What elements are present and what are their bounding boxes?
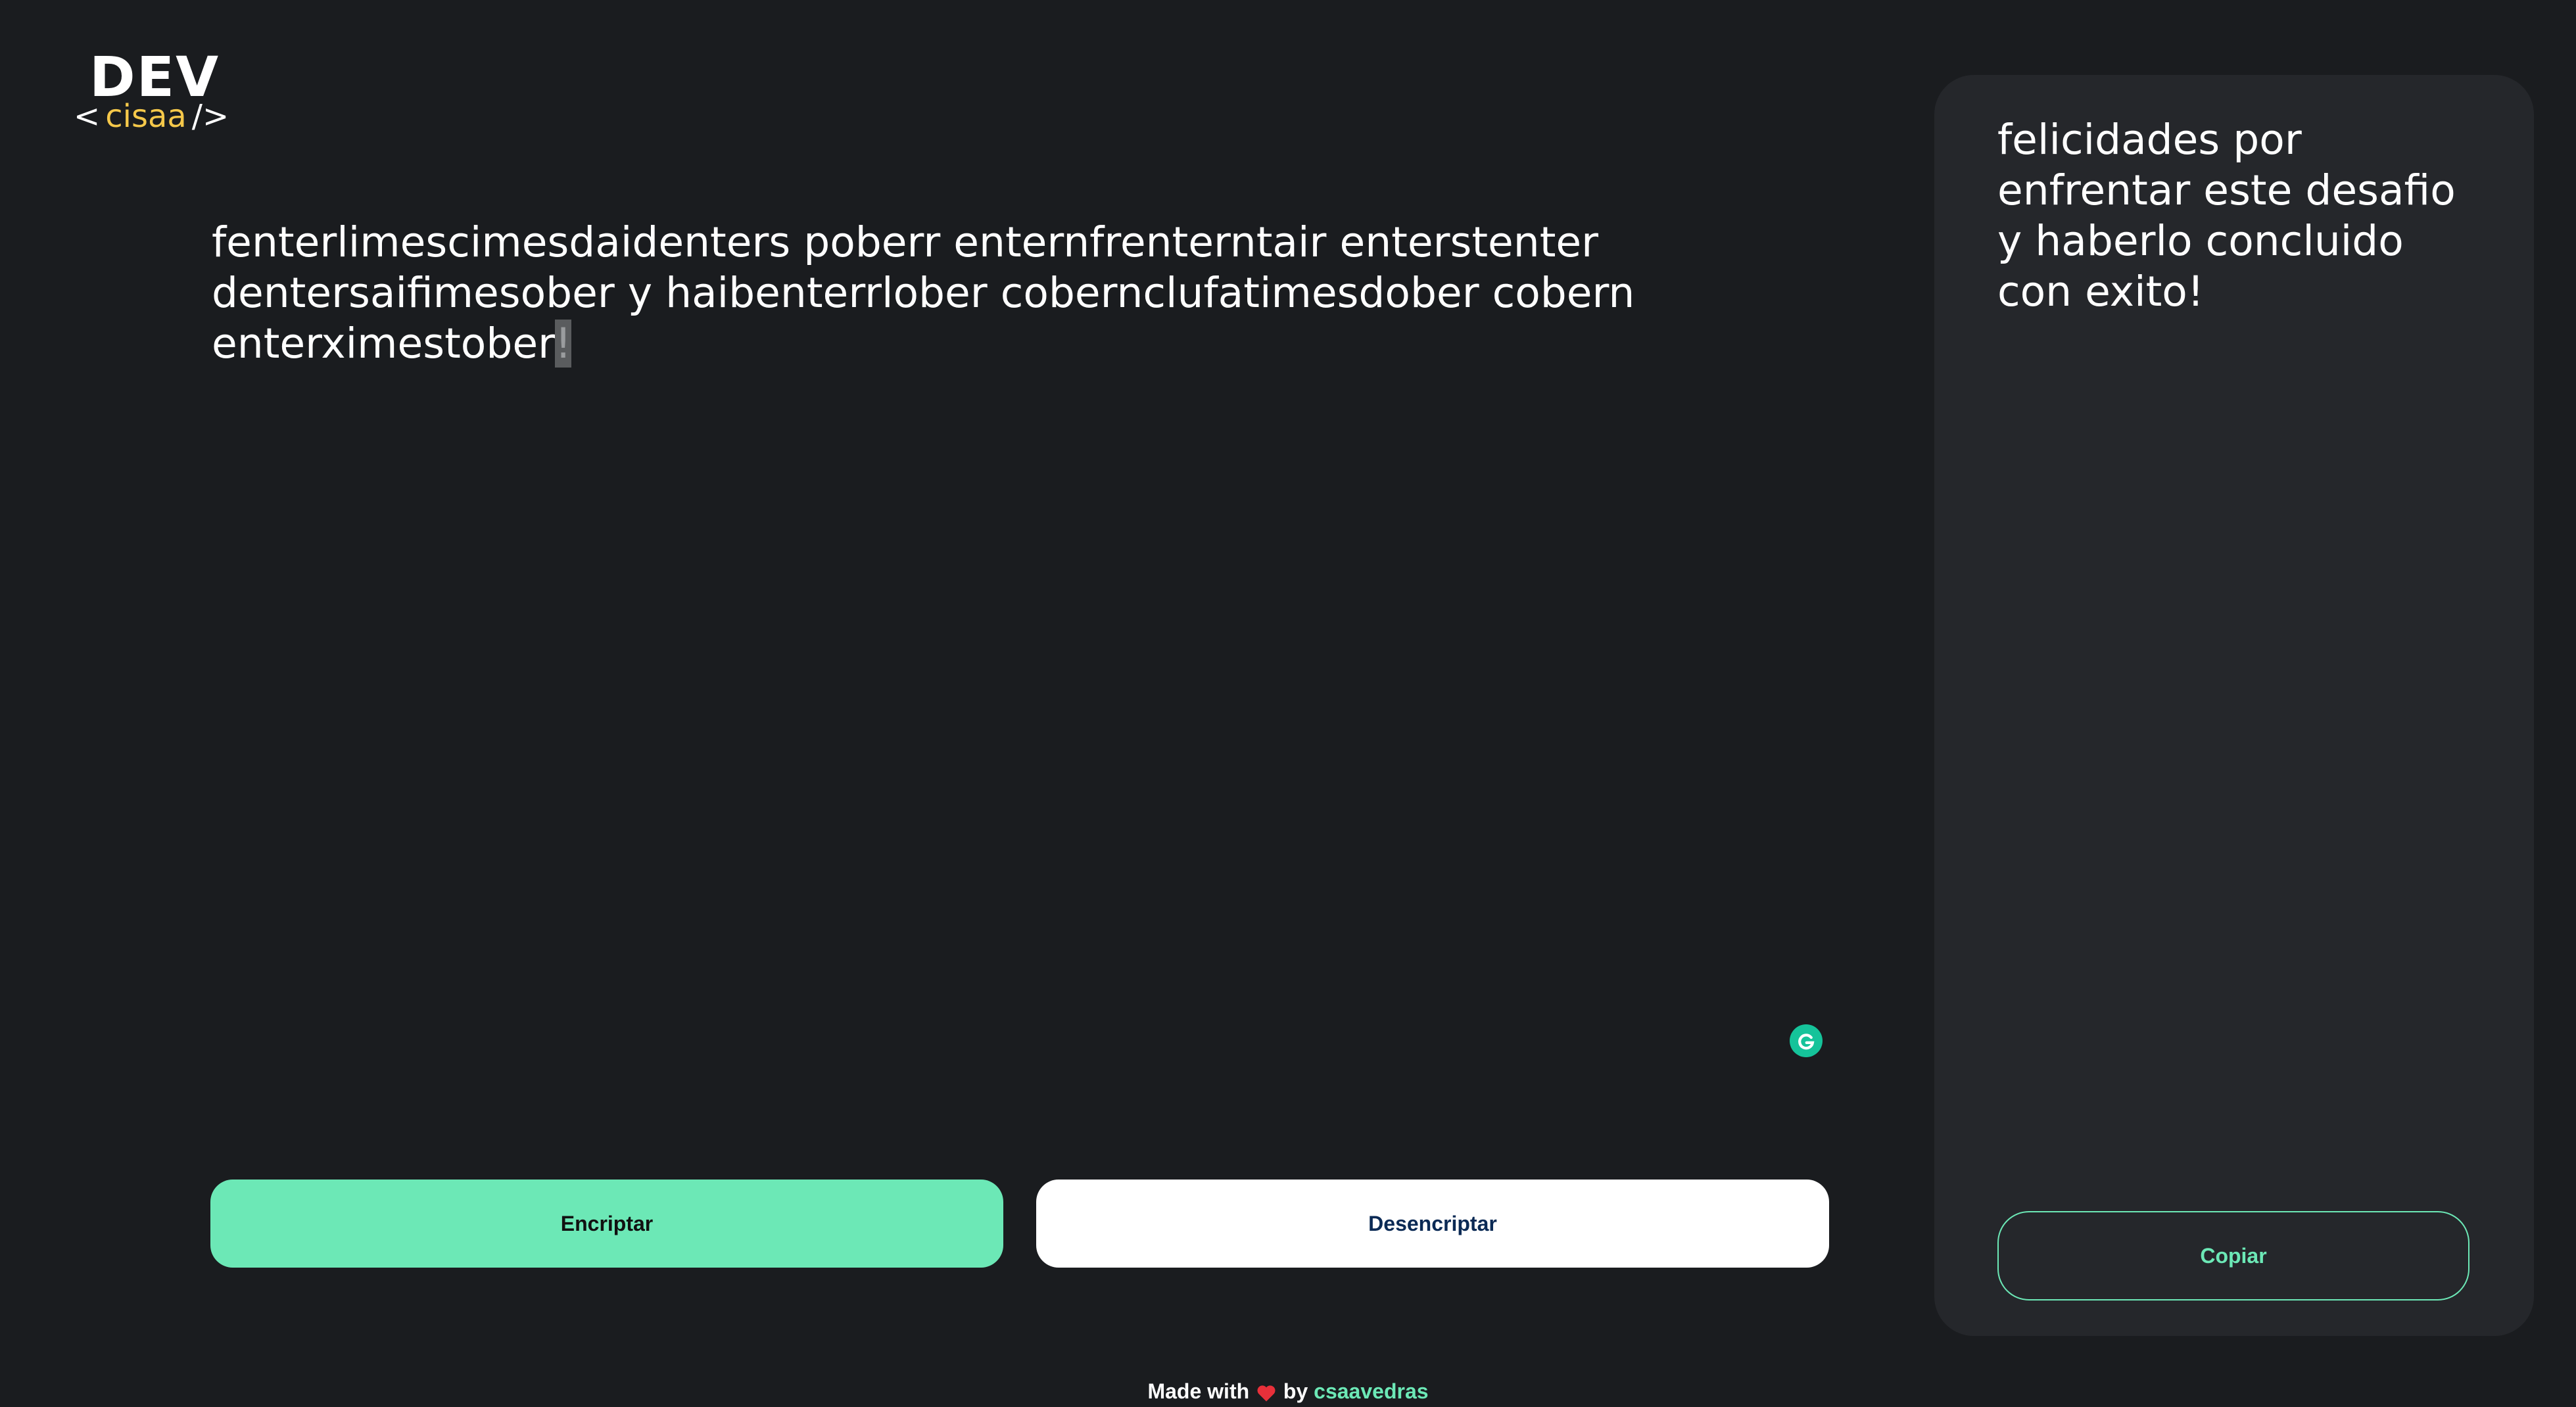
output-panel: felicidades por enfrentar este desafio y… [1934,75,2534,1336]
message-input-text: fenterlimescimesdaidenters poberr entern… [212,218,1635,368]
encrypt-button[interactable]: Encriptar [210,1180,1003,1268]
heart-icon [1257,1385,1276,1402]
logo-name: cisaa [105,98,187,135]
grammar-assistant-icon[interactable] [1790,1024,1823,1057]
logo[interactable]: DEV < cisaa/> [71,47,229,139]
logo-tagline: < cisaa/> [74,93,229,139]
decrypt-button[interactable]: Desencriptar [1036,1180,1829,1268]
footer-by: by [1283,1379,1308,1403]
app-page: DEV < cisaa/> fenterlimescimesdaidenters … [0,0,2576,1407]
message-input-selection: ! [555,320,572,368]
output-text: felicidades por enfrentar este desafio y… [1997,116,2456,316]
copy-button[interactable]: Copiar [1997,1211,2469,1300]
message-input[interactable]: fenterlimescimesdaidenters poberr entern… [212,217,1842,1072]
footer-made-with: Made with [1147,1379,1250,1403]
logo-close-tag: /> [191,98,229,135]
logo-open-tag: < [74,98,101,135]
author-link[interactable]: csaavedras [1314,1379,1428,1403]
grammar-assistant-glyph [1798,1034,1815,1050]
footer: Made with by csaavedras [0,1375,2576,1407]
